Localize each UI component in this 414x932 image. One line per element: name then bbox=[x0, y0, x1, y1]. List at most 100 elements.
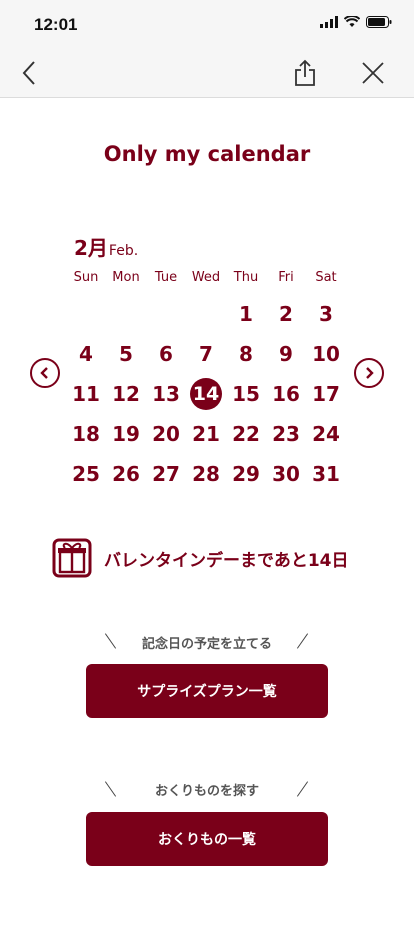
back-icon bbox=[22, 61, 35, 85]
wifi-icon bbox=[344, 16, 360, 27]
weekday-sat: Sat bbox=[315, 270, 337, 285]
page-title: Only my calendar bbox=[103, 142, 311, 166]
day-number: 15 bbox=[232, 382, 260, 406]
day-27[interactable]: 27 bbox=[146, 454, 186, 494]
weekday-mon: Mon bbox=[112, 270, 140, 285]
prev-month-button[interactable] bbox=[30, 358, 60, 388]
day-9[interactable]: 9 bbox=[266, 334, 306, 374]
back-button[interactable] bbox=[12, 56, 46, 90]
day-15[interactable]: 15 bbox=[226, 374, 266, 414]
calendar-days: 1 2 3 4 5 6 7 8 9 10 11 12 13 14 15 16 17 18 19 20 21 22 23 24 2… bbox=[66, 294, 346, 494]
day-24[interactable]: 24 bbox=[306, 414, 346, 454]
weekday-tue: Tue bbox=[154, 270, 178, 285]
day-number: 17 bbox=[312, 382, 340, 406]
day-number: 30 bbox=[272, 462, 300, 486]
day-number: 12 bbox=[112, 382, 140, 406]
day-empty bbox=[106, 294, 146, 334]
day-number: 18 bbox=[72, 422, 100, 446]
day-number: 20 bbox=[152, 422, 180, 446]
day-number: 1 bbox=[239, 302, 253, 326]
day-19[interactable]: 19 bbox=[106, 414, 146, 454]
day-4[interactable]: 4 bbox=[66, 334, 106, 374]
day-29[interactable]: 29 bbox=[226, 454, 266, 494]
day-number: 3 bbox=[319, 302, 333, 326]
day-number: 11 bbox=[72, 382, 100, 406]
day-number: 26 bbox=[112, 462, 140, 486]
month-en: Feb. bbox=[108, 243, 139, 259]
day-number: 16 bbox=[272, 382, 300, 406]
status-icons bbox=[320, 16, 392, 28]
month-label: 2月 Feb. bbox=[74, 232, 138, 261]
day-empty bbox=[146, 294, 186, 334]
day-number: 9 bbox=[279, 342, 293, 366]
weekday-fri: Fri bbox=[278, 270, 294, 285]
day-26[interactable]: 26 bbox=[106, 454, 146, 494]
day-10[interactable]: 10 bbox=[306, 334, 346, 374]
day-31[interactable]: 31 bbox=[306, 454, 346, 494]
battery-icon bbox=[366, 16, 392, 28]
day-number: 21 bbox=[192, 422, 220, 446]
countdown: バレンタインデーまであと14日 bbox=[52, 538, 349, 578]
day-number: 24 bbox=[312, 422, 340, 446]
day-8[interactable]: 8 bbox=[226, 334, 266, 374]
day-22[interactable]: 22 bbox=[226, 414, 266, 454]
day-14[interactable]: 14 bbox=[186, 374, 226, 414]
section-heading-anniversary: 記念日の予定を立てる bbox=[141, 637, 272, 652]
day-6[interactable]: 6 bbox=[146, 334, 186, 374]
day-number: 8 bbox=[239, 342, 253, 366]
weekday-wed: Wed bbox=[191, 270, 221, 285]
day-20[interactable]: 20 bbox=[146, 414, 186, 454]
share-icon bbox=[295, 59, 315, 86]
day-number: 25 bbox=[72, 462, 100, 486]
close-button[interactable] bbox=[356, 56, 390, 90]
day-empty bbox=[186, 294, 226, 334]
gift-icon bbox=[52, 538, 92, 578]
weekday-row: Sun Mon Tue Wed Thu Fri Sat bbox=[66, 262, 346, 292]
share-button[interactable] bbox=[288, 56, 322, 90]
day-17[interactable]: 17 bbox=[306, 374, 346, 414]
day-11[interactable]: 11 bbox=[66, 374, 106, 414]
day-number: 27 bbox=[152, 462, 180, 486]
section-heading-gift: おくりものを探す bbox=[154, 784, 259, 799]
day-16[interactable]: 16 bbox=[266, 374, 306, 414]
month-ja: 2月 bbox=[74, 236, 108, 260]
next-month-button[interactable] bbox=[354, 358, 384, 388]
day-30[interactable]: 30 bbox=[266, 454, 306, 494]
day-number: 6 bbox=[159, 342, 173, 366]
day-empty bbox=[66, 294, 106, 334]
day-18[interactable]: 18 bbox=[66, 414, 106, 454]
day-number: 29 bbox=[232, 462, 260, 486]
day-5[interactable]: 5 bbox=[106, 334, 146, 374]
day-3[interactable]: 3 bbox=[306, 294, 346, 334]
nav-bar bbox=[0, 48, 414, 98]
surprise-plan-button[interactable]: サプライズプラン一覧 bbox=[86, 664, 328, 718]
gift-list-button[interactable]: おくりもの一覧 bbox=[86, 812, 328, 866]
day-number: 14 bbox=[190, 378, 222, 410]
day-23[interactable]: 23 bbox=[266, 414, 306, 454]
day-number: 4 bbox=[79, 342, 93, 366]
day-25[interactable]: 25 bbox=[66, 454, 106, 494]
weekday-thu: Thu bbox=[233, 270, 259, 285]
day-7[interactable]: 7 bbox=[186, 334, 226, 374]
day-2[interactable]: 2 bbox=[266, 294, 306, 334]
day-1[interactable]: 1 bbox=[226, 294, 266, 334]
day-13[interactable]: 13 bbox=[146, 374, 186, 414]
day-number: 31 bbox=[312, 462, 340, 486]
signal-icon bbox=[320, 16, 338, 28]
day-number: 7 bbox=[199, 342, 213, 366]
next-month-icon bbox=[366, 367, 374, 379]
day-12[interactable]: 12 bbox=[106, 374, 146, 414]
status-time: 12:01 bbox=[34, 15, 78, 34]
weekday-sun: Sun bbox=[73, 270, 99, 285]
day-number: 10 bbox=[312, 342, 340, 366]
countdown-text: バレンタインデーまであと14日 bbox=[104, 550, 349, 571]
day-number: 23 bbox=[272, 422, 300, 446]
day-number: 22 bbox=[232, 422, 260, 446]
day-number: 28 bbox=[192, 462, 220, 486]
day-number: 2 bbox=[279, 302, 293, 326]
prev-month-icon bbox=[40, 367, 48, 379]
day-21[interactable]: 21 bbox=[186, 414, 226, 454]
day-number: 13 bbox=[152, 382, 180, 406]
day-28[interactable]: 28 bbox=[186, 454, 226, 494]
close-icon bbox=[362, 62, 384, 84]
